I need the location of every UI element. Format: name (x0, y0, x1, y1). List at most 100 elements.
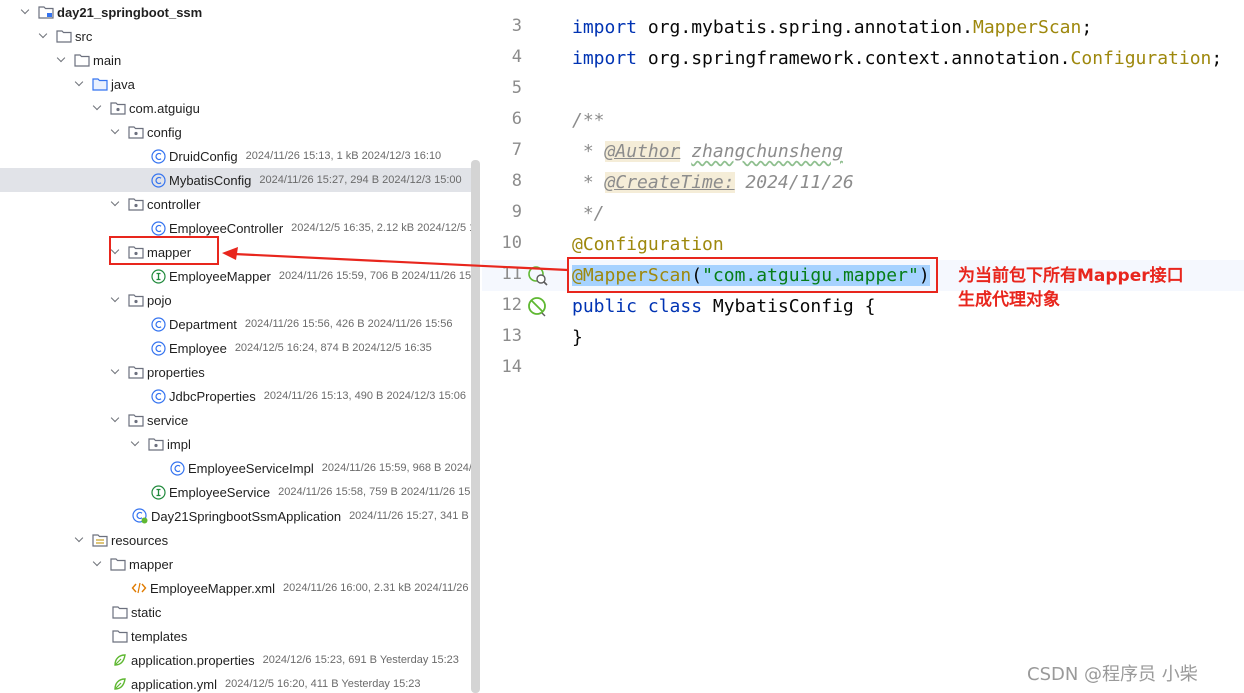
line-number: 13 (501, 326, 522, 346)
tree-item-pojo[interactable]: pojo (0, 288, 474, 312)
package-icon (128, 196, 144, 212)
chevron-down-icon[interactable] (74, 79, 84, 89)
spring-boot-class-icon (132, 508, 148, 524)
code-comment: * (572, 141, 605, 162)
tree-item-static[interactable]: static (0, 600, 474, 624)
tree-item-employeecontroller[interactable]: EmployeeController 2024/12/5 16:35, 2.12… (0, 216, 476, 240)
tree-item-mybatisconfig[interactable]: MybatisConfig 2024/11/26 15:27, 294 B 20… (0, 168, 474, 192)
file-meta: 2024/11/26 15:27, 341 B Y (349, 510, 479, 522)
tree-item-label: properties (147, 364, 205, 380)
tree-item-application-properties[interactable]: application.properties 2024/12/6 15:23, … (0, 648, 474, 672)
spring-config-icon (112, 652, 128, 668)
code-keyword: public class (572, 296, 703, 317)
chevron-down-icon[interactable] (110, 199, 120, 209)
annotation-note: 为当前包下所有Mapper接口 生成代理对象 (958, 264, 1184, 312)
code-keyword: import (572, 17, 638, 38)
tree-item-main[interactable]: main (0, 48, 474, 72)
tree-item-label: EmployeeService (169, 484, 271, 500)
tree-item-resources[interactable]: resources (0, 528, 474, 552)
code-comment: /** (572, 110, 605, 131)
tree-item-day21-springboot-ssm[interactable]: day21_springboot_ssm (0, 0, 474, 24)
tree-item-resources-mapper[interactable]: mapper (0, 552, 474, 576)
code-editor[interactable]: 3 4 5 6 7 8 9 10 11 12 13 14 import org.… (482, 0, 1244, 693)
javadoc-tag: @Author (604, 141, 681, 162)
code-line-3: import org.mybatis.spring.annotation.Map… (572, 12, 1092, 43)
folder-icon (112, 628, 128, 644)
tree-item-druidconfig[interactable]: DruidConfig 2024/11/26 15:13, 1 kB 2024/… (0, 144, 474, 168)
tree-item-label: java (111, 76, 135, 92)
tree-item-employeemapper-xml[interactable]: EmployeeMapper.xml 2024/11/26 16:00, 2.3… (0, 576, 474, 600)
interface-icon (150, 484, 166, 500)
package-icon (128, 364, 144, 380)
line-number: 7 (511, 140, 522, 160)
code-comment: */ (572, 203, 605, 224)
javadoc-tag: @CreateTime: (604, 172, 735, 193)
file-meta: 2024/11/26 15:56, 426 B 2024/11/26 15:56 (244, 318, 453, 330)
chevron-down-icon[interactable] (92, 559, 102, 569)
chevron-down-icon[interactable] (56, 55, 66, 65)
chevron-down-icon[interactable] (92, 103, 102, 113)
tree-item-employeeserviceimpl[interactable]: EmployeeServiceImpl 2024/11/26 15:59, 96… (0, 456, 478, 480)
tree-item-label: main (93, 52, 122, 68)
code-text: org.springframework.context.annotation. (637, 48, 1071, 69)
chevron-down-icon[interactable] (38, 31, 48, 41)
javadoc-value: 2024/11/26 (734, 172, 854, 193)
tree-item-label: DruidConfig (169, 148, 238, 164)
chevron-down-icon[interactable] (20, 7, 30, 17)
chevron-down-icon[interactable] (110, 295, 120, 305)
file-meta: 2024/12/5 16:35, 2.12 kB 2024/12/5 1 (291, 222, 476, 234)
file-meta: 2024/11/26 15:13, 1 kB 2024/12/3 16:10 (245, 150, 442, 162)
tree-item-config[interactable]: config (0, 120, 474, 144)
chevron-down-icon[interactable] (110, 127, 120, 137)
tree-item-employeeservice[interactable]: EmployeeService 2024/11/26 15:58, 759 B … (0, 480, 480, 504)
chevron-down-icon[interactable] (74, 535, 84, 545)
tree-item-label: config (147, 124, 182, 140)
package-icon (128, 124, 144, 140)
watermark: CSDN @程序员 小柴 (1027, 664, 1198, 685)
code-line-7: * @Author zhangchunsheng (572, 136, 843, 167)
tree-item-jdbcproperties[interactable]: JdbcProperties 2024/11/26 15:13, 490 B 2… (0, 384, 474, 408)
bean-disabled-icon[interactable] (527, 296, 549, 323)
tree-item-label: EmployeeController (169, 220, 284, 236)
line-number: 4 (511, 47, 522, 67)
tree-item-service[interactable]: service (0, 408, 474, 432)
code-line-13: } (572, 322, 583, 353)
chevron-down-icon[interactable] (110, 415, 120, 425)
tree-item-com-atguigu[interactable]: com.atguigu (0, 96, 474, 120)
chevron-down-icon[interactable] (110, 367, 120, 377)
code-text: org.mybatis.spring.annotation. (637, 17, 973, 38)
code-comment: * (572, 172, 605, 193)
chevron-down-icon[interactable] (130, 439, 140, 449)
tree-item-label: MybatisConfig (169, 172, 252, 188)
line-number: 9 (511, 202, 522, 222)
tree-item-label: application.yml (131, 676, 217, 692)
interface-icon (150, 268, 166, 284)
tree-item-label: resources (111, 532, 169, 548)
code-annotation: @Configuration (572, 234, 724, 255)
class-icon (150, 316, 166, 332)
code-text: MybatisConfig { (702, 296, 876, 317)
tree-item-impl[interactable]: impl (0, 432, 474, 456)
tree-item-java[interactable]: java (0, 72, 474, 96)
mapper-highlight-box (109, 236, 219, 265)
code-line-8: * @CreateTime: 2024/11/26 (572, 167, 854, 198)
tree-item-employee[interactable]: Employee 2024/12/5 16:24, 874 B 2024/12/… (0, 336, 474, 360)
tree-item-day21springbootssmapplication[interactable]: Day21SpringbootSsmApplication 2024/11/26… (0, 504, 479, 528)
tree-scrollbar[interactable] (471, 160, 480, 693)
folder-icon (74, 52, 90, 68)
tree-item-department[interactable]: Department 2024/11/26 15:56, 426 B 2024/… (0, 312, 474, 336)
tree-item-label: Employee (169, 340, 227, 356)
tree-item-templates[interactable]: templates (0, 624, 474, 648)
tree-item-label: Department (169, 316, 237, 332)
tree-item-properties[interactable]: properties (0, 360, 474, 384)
tree-item-label: controller (147, 196, 201, 212)
tree-item-application-yml[interactable]: application.yml 2024/12/5 16:20, 411 B Y… (0, 672, 474, 693)
code-line-10: @Configuration (572, 229, 724, 260)
tree-item-controller[interactable]: controller (0, 192, 474, 216)
tree-item-label: EmployeeMapper.xml (150, 580, 275, 596)
code-line-4: import org.springframework.context.annot… (572, 43, 1222, 74)
tree-item-src[interactable]: src (0, 24, 474, 48)
code-text: ; (1211, 48, 1223, 69)
line-number: 6 (511, 109, 522, 129)
class-icon (150, 340, 166, 356)
